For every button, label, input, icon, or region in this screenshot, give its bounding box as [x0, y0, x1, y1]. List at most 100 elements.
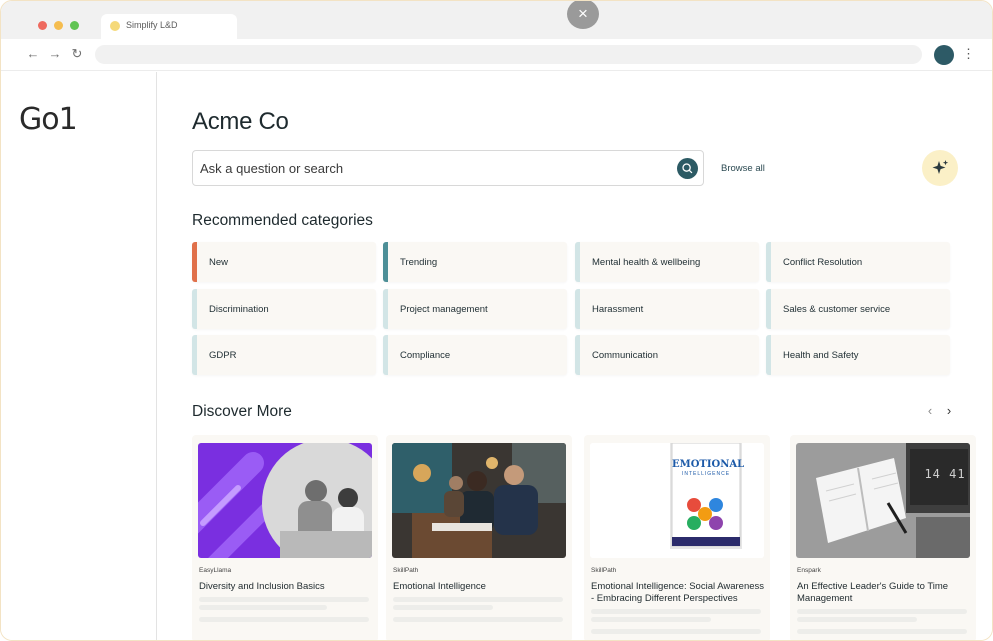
chevron-left-icon[interactable]: ‹ [923, 404, 937, 418]
browser-tab[interactable]: Simplify L&D [101, 14, 237, 39]
sparkles-icon [932, 160, 949, 174]
go1-logo[interactable]: Go1 [19, 102, 78, 137]
chevron-right-icon[interactable]: › [942, 404, 956, 418]
category-mental-health[interactable]: Mental health & wellbeing [575, 242, 759, 282]
course-card[interactable]: EasyLlama Diversity and Inclusion Basics [192, 435, 378, 640]
tab-title: Simplify L&D [126, 20, 178, 30]
category-accent [383, 242, 388, 282]
category-label: Discrimination [209, 304, 269, 315]
book-cover-subtitle: INTELLIGENCE [681, 471, 731, 477]
category-accent [575, 242, 580, 282]
forward-arrow-icon[interactable]: → [47, 46, 63, 62]
loading-placeholder [199, 605, 327, 610]
category-accent [766, 289, 771, 329]
category-label: Communication [592, 350, 658, 361]
search-button[interactable] [677, 158, 698, 179]
loading-placeholder [797, 617, 917, 622]
category-label: Trending [400, 257, 438, 268]
category-conflict-resolution[interactable]: Conflict Resolution [766, 242, 950, 282]
browser-toolbar: ← → ↻ ⋮ [1, 39, 992, 71]
ai-assistant-button[interactable] [922, 150, 958, 186]
category-sales-customer-service[interactable]: Sales & customer service [766, 289, 950, 329]
sidebar: Go1 [1, 72, 157, 640]
loading-placeholder [797, 609, 967, 614]
course-thumbnail: EMOTIONAL INTELLIGENCE [590, 443, 764, 558]
recommended-categories-heading: Recommended categories [192, 212, 373, 229]
category-label: Mental health & wellbeing [592, 257, 701, 268]
browse-all-link[interactable]: Browse all [721, 163, 765, 174]
loading-placeholder [393, 605, 493, 610]
reload-icon[interactable]: ↻ [69, 46, 85, 62]
category-label: Health and Safety [783, 350, 859, 361]
category-compliance[interactable]: Compliance [383, 335, 567, 375]
category-accent [766, 335, 771, 375]
course-thumbnail [198, 443, 372, 558]
category-accent [192, 289, 197, 329]
category-accent [575, 335, 580, 375]
course-card[interactable]: EMOTIONAL INTELLIGENCE SkillPath Emotion… [584, 435, 770, 640]
loading-placeholder [591, 617, 711, 622]
close-icon[interactable]: × [567, 1, 599, 29]
loading-placeholder [591, 609, 761, 614]
address-bar[interactable] [95, 45, 922, 64]
category-label: New [209, 257, 229, 268]
window-minimize-dot[interactable] [54, 21, 63, 30]
page-title: Acme Co [192, 108, 289, 135]
course-title: An Effective Leader's Guide to Time Mana… [797, 581, 949, 604]
category-grid: New Trending Mental health & wellbeing C… [192, 242, 956, 376]
loading-placeholder [797, 629, 967, 634]
browser-menu-icon[interactable]: ⋮ [962, 46, 975, 62]
course-thumbnail [392, 443, 566, 558]
course-provider: SkillPath [393, 567, 419, 574]
browser-window: Simplify L&D × ← → ↻ ⋮ Go1 Acme Co Brows… [0, 0, 993, 641]
category-gdpr[interactable]: GDPR [192, 335, 376, 375]
category-label: Harassment [592, 304, 644, 315]
course-provider: SkillPath [591, 567, 617, 574]
course-title: Emotional Intelligence [393, 581, 486, 592]
category-accent [192, 242, 197, 282]
course-card[interactable]: SkillPath Emotional Intelligence [386, 435, 572, 640]
category-accent [766, 242, 771, 282]
favicon-icon [110, 21, 120, 31]
loading-placeholder [199, 617, 369, 622]
category-health-and-safety[interactable]: Health and Safety [766, 335, 950, 375]
main-content: Acme Co Browse all Recommended categorie… [158, 72, 992, 640]
search-input[interactable] [193, 151, 663, 185]
profile-avatar[interactable] [934, 45, 954, 65]
loading-placeholder [393, 597, 563, 602]
category-accent [575, 289, 580, 329]
loading-placeholder [591, 629, 761, 634]
loading-placeholder [393, 617, 563, 622]
search-icon [682, 163, 693, 174]
search-box [192, 150, 704, 186]
category-new[interactable]: New [192, 242, 376, 282]
window-close-dot[interactable] [38, 21, 47, 30]
discover-more-heading: Discover More [192, 403, 292, 420]
loading-placeholder [199, 597, 369, 602]
window-maximize-dot[interactable] [70, 21, 79, 30]
course-title: Diversity and Inclusion Basics [199, 581, 325, 592]
course-thumbnail: 14 41 [796, 443, 970, 558]
course-provider: Enspark [797, 567, 821, 574]
category-label: Project management [400, 304, 488, 315]
category-label: Conflict Resolution [783, 257, 863, 268]
book-cover-title: EMOTIONAL [672, 459, 745, 470]
category-accent [383, 335, 388, 375]
category-trending[interactable]: Trending [383, 242, 567, 282]
course-card[interactable]: 14 41 Enspark An Effective Leader's Guid… [790, 435, 976, 640]
category-project-management[interactable]: Project management [383, 289, 567, 329]
category-accent [192, 335, 197, 375]
category-communication[interactable]: Communication [575, 335, 759, 375]
course-provider: EasyLlama [199, 567, 232, 574]
category-label: GDPR [209, 350, 237, 361]
course-title: Emotional Intelligence: Social Awareness… [591, 581, 765, 604]
tab-strip: Simplify L&D × [1, 1, 992, 39]
course-carousel: EasyLlama Diversity and Inclusion Basics [192, 435, 992, 640]
clock-display: 14 41 [924, 467, 966, 481]
category-label: Compliance [400, 350, 451, 361]
category-harassment[interactable]: Harassment [575, 289, 759, 329]
category-accent [383, 289, 388, 329]
category-discrimination[interactable]: Discrimination [192, 289, 376, 329]
back-arrow-icon[interactable]: ← [25, 46, 41, 62]
category-label: Sales & customer service [783, 304, 891, 315]
